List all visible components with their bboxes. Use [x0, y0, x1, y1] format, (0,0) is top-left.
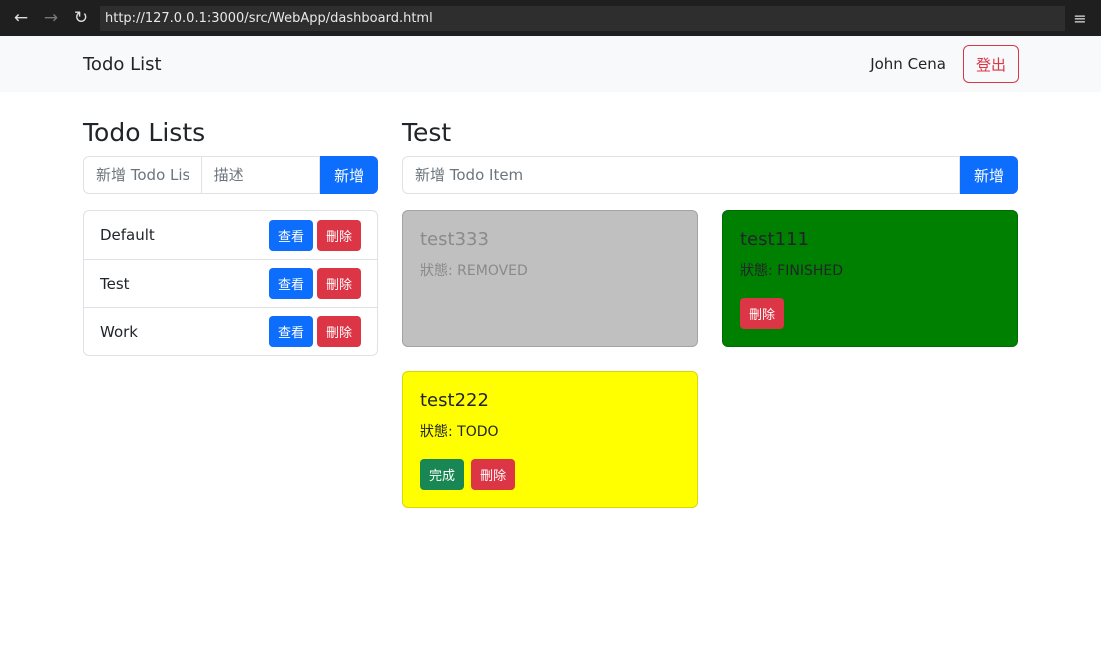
user-name: John Cena [870, 55, 946, 73]
list-name-input[interactable] [83, 156, 202, 194]
todo-card: test222 狀態: TODO 完成 刪除 [402, 371, 698, 508]
list-name: Work [100, 322, 138, 341]
item-input[interactable] [402, 156, 960, 194]
add-list-button[interactable]: 新增 [320, 156, 379, 194]
list-item: Test 查看 刪除 [84, 259, 377, 307]
todo-status: 狀態: FINISHED [740, 263, 843, 279]
view-button[interactable]: 查看 [268, 219, 313, 251]
todo-card: test333 狀態: REMOVED [402, 210, 698, 347]
list-detail-title: Test [402, 118, 452, 147]
todo-title: test222 [420, 390, 489, 411]
todo-status: 狀態: TODO [420, 424, 499, 440]
address-bar[interactable]: http://127.0.0.1:3000/src/WebApp/dashboa… [100, 5, 1065, 31]
logout-button[interactable]: 登出 [962, 45, 1019, 83]
browser-toolbar: ← → ↻ http://127.0.0.1:3000/src/WebApp/d… [0, 0, 1101, 36]
list-name: Test [100, 274, 130, 293]
navbar: Todo List John Cena 登出 [0, 36, 1101, 92]
todo-title: test111 [740, 229, 809, 250]
reload-icon[interactable]: ↻ [66, 8, 96, 28]
list-group: Default 查看 刪除 Test 查看 刪除 Work 查看 刪除 [83, 210, 378, 356]
list-item: Work 查看 刪除 [84, 307, 377, 355]
delete-button[interactable]: 刪除 [316, 219, 361, 251]
add-item-button[interactable]: 新增 [960, 156, 1018, 194]
todo-status: 狀態: REMOVED [420, 263, 528, 279]
todo-items-panel: Test 新增 test333 狀態: REMOVED test111 狀態: … [402, 118, 1018, 508]
todo-lists-panel: Todo Lists 新增 Default查看刪除 Test查看刪除 Work查… [83, 118, 379, 508]
view-button[interactable]: 查看 [268, 268, 313, 299]
list-item: Default 查看 刪除 [84, 211, 377, 259]
back-icon[interactable]: ← [6, 8, 36, 28]
todo-card: test111 狀態: FINISHED 刪除 [722, 210, 1018, 347]
todo-title: test333 [420, 229, 489, 250]
delete-button[interactable]: 刪除 [471, 459, 516, 490]
delete-button[interactable]: 刪除 [316, 316, 361, 347]
lists-title: Todo Lists [83, 118, 206, 147]
view-button[interactable]: 查看 [268, 316, 313, 347]
list-desc-input[interactable] [201, 156, 321, 194]
menu-icon[interactable]: ≡ [1065, 9, 1095, 28]
complete-button[interactable]: 完成 [420, 459, 465, 490]
delete-button[interactable]: 刪除 [316, 268, 361, 299]
brand[interactable]: Todo List [83, 54, 870, 75]
delete-button[interactable]: 刪除 [740, 298, 785, 329]
list-name: Default [100, 226, 155, 244]
forward-icon[interactable]: → [36, 8, 66, 28]
